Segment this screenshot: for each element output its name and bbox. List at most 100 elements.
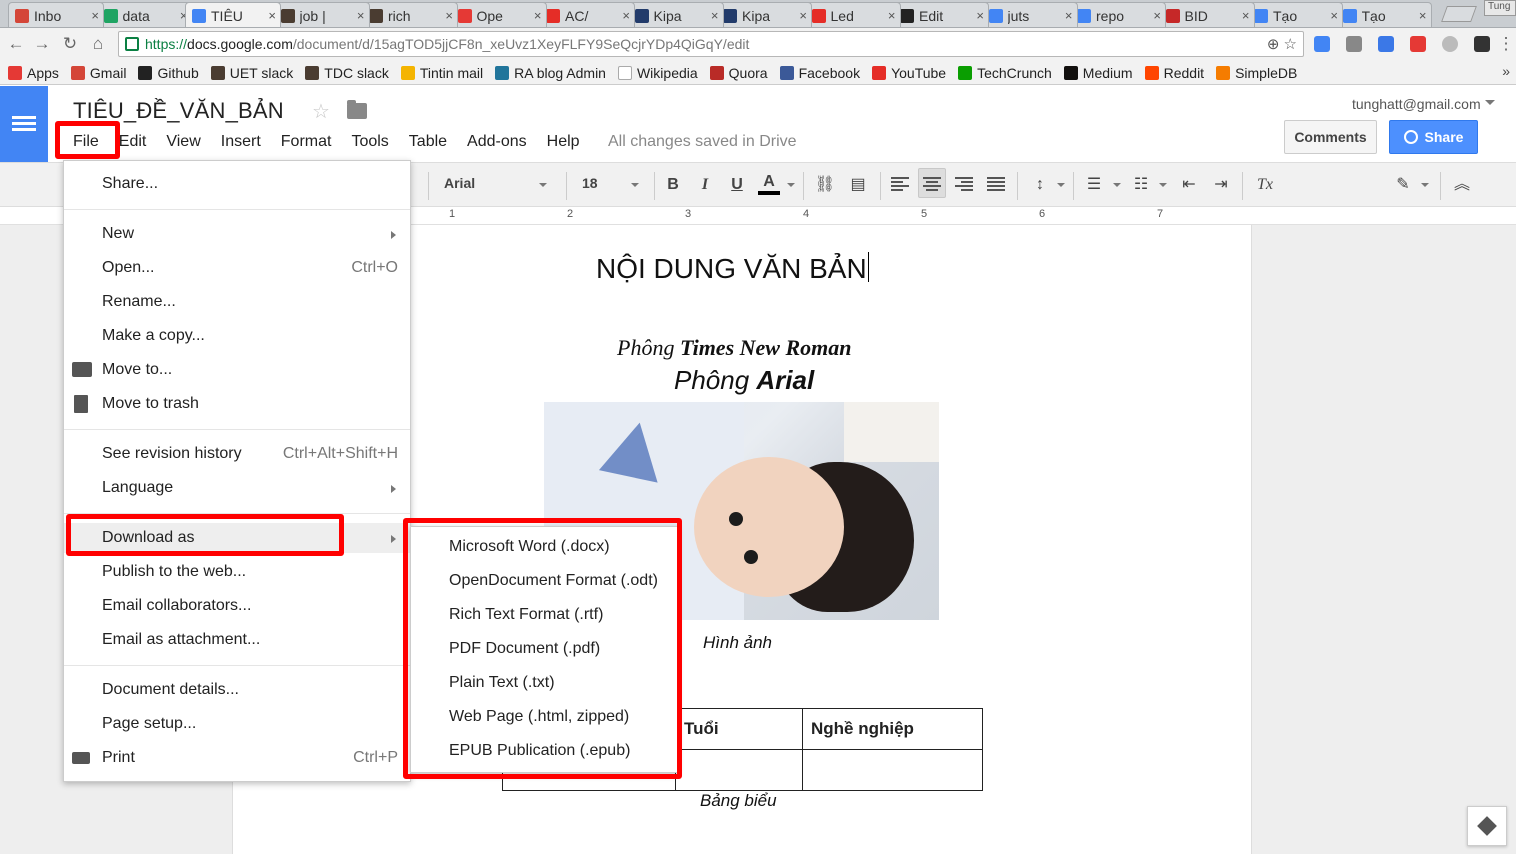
- bookmark-item[interactable]: Quora: [709, 65, 768, 81]
- browser-tab[interactable]: AC/ ×: [539, 2, 635, 27]
- close-tab-icon[interactable]: ×: [799, 8, 807, 23]
- chevron-down-icon[interactable]: [1421, 183, 1429, 187]
- explore-icon[interactable]: [1467, 806, 1507, 846]
- bookmark-item[interactable]: Github: [138, 65, 199, 81]
- menu-item-publish[interactable]: Publish to the web...: [64, 557, 410, 587]
- menu-item-open[interactable]: Open... Ctrl+O: [64, 253, 410, 283]
- pencil-icon[interactable]: ✎: [1392, 173, 1414, 197]
- menu-add-ons[interactable]: Add-ons: [457, 131, 537, 153]
- bookmark-item[interactable]: Wikipedia: [617, 65, 698, 81]
- menu-item-email-attachment[interactable]: Email as attachment...: [64, 625, 410, 655]
- bookmark-item[interactable]: Apps: [8, 65, 59, 81]
- bookmark-item[interactable]: SimpleDB: [1216, 65, 1297, 81]
- menu-item-email-collaborators[interactable]: Email collaborators...: [64, 591, 410, 621]
- arial-line[interactable]: Phông Arial: [674, 365, 814, 396]
- bookmark-item[interactable]: TechCrunch: [958, 65, 1052, 81]
- extension-icon[interactable]: [1346, 36, 1362, 52]
- menu-item-page-setup[interactable]: Page setup...: [64, 709, 410, 739]
- increase-indent-icon[interactable]: ⇥: [1210, 173, 1232, 197]
- numbered-list-icon[interactable]: ☰: [1083, 173, 1105, 197]
- new-tab-button[interactable]: [1441, 6, 1477, 22]
- menu-item-move-to[interactable]: Move to...: [64, 355, 410, 385]
- docs-home-icon[interactable]: [0, 86, 48, 162]
- bold-button[interactable]: B: [664, 173, 682, 197]
- bulleted-list-icon[interactable]: ☷: [1130, 173, 1152, 197]
- clear-formatting-button[interactable]: Tx: [1254, 173, 1276, 197]
- close-tab-icon[interactable]: ×: [91, 8, 99, 23]
- browser-menu-icon[interactable]: ⋮: [1496, 34, 1516, 54]
- browser-tab[interactable]: rich ×: [362, 2, 458, 27]
- bookmark-item[interactable]: UET slack: [210, 65, 293, 81]
- extension-icon[interactable]: [1442, 36, 1458, 52]
- extension-icon[interactable]: [1378, 36, 1394, 52]
- align-center-icon[interactable]: [923, 177, 941, 193]
- bookmark-item[interactable]: Medium: [1063, 65, 1133, 81]
- bookmark-item[interactable]: Tintin mail: [400, 65, 483, 81]
- close-tab-icon[interactable]: ×: [622, 8, 630, 23]
- share-button[interactable]: Share: [1389, 120, 1478, 154]
- extension-icon[interactable]: [1410, 36, 1426, 52]
- table-cell[interactable]: [802, 749, 983, 791]
- close-tab-icon[interactable]: ×: [1242, 8, 1250, 23]
- menu-item-document-details[interactable]: Document details...: [64, 675, 410, 705]
- browser-tab[interactable]: Led ×: [804, 2, 901, 27]
- close-tab-icon[interactable]: ×: [534, 8, 542, 23]
- bookmark-item[interactable]: Reddit: [1144, 65, 1204, 81]
- browser-tab[interactable]: Tạo ×: [1335, 2, 1432, 27]
- close-tab-icon[interactable]: ×: [1065, 8, 1073, 23]
- menu-table[interactable]: Table: [399, 131, 457, 153]
- bookmark-item[interactable]: RA blog Admin: [495, 65, 606, 81]
- menu-item-print[interactable]: Print Ctrl+P: [64, 743, 410, 773]
- reload-icon[interactable]: ↻: [60, 34, 80, 54]
- bookmark-item[interactable]: Gmail: [70, 65, 126, 81]
- profile-button[interactable]: Tung: [1484, 0, 1516, 16]
- chevron-down-icon[interactable]: [631, 183, 639, 187]
- browser-tab[interactable]: Kipa ×: [716, 2, 812, 27]
- close-tab-icon[interactable]: ×: [445, 8, 453, 23]
- menu-item-move-to-trash[interactable]: Move to trash: [64, 389, 410, 419]
- browser-tab[interactable]: Inbo ×: [8, 2, 104, 27]
- font-family-select[interactable]: Arial: [444, 175, 475, 191]
- chevron-down-icon[interactable]: [539, 183, 547, 187]
- menu-item-language[interactable]: Language: [64, 473, 410, 503]
- close-tab-icon[interactable]: ×: [1330, 8, 1338, 23]
- table-cell[interactable]: [675, 749, 803, 791]
- menu-item-share[interactable]: Share...: [64, 169, 410, 199]
- table-cell[interactable]: Tuổi: [675, 708, 803, 750]
- comment-icon[interactable]: ▤: [847, 173, 869, 197]
- comments-button[interactable]: Comments: [1284, 120, 1377, 154]
- italic-button[interactable]: I: [696, 173, 714, 197]
- chevron-down-icon[interactable]: [1057, 183, 1065, 187]
- align-justify-icon[interactable]: [987, 177, 1005, 193]
- browser-tab[interactable]: BID ×: [1158, 2, 1255, 27]
- align-right-icon[interactable]: [955, 177, 973, 193]
- chevron-down-icon[interactable]: [1113, 183, 1121, 187]
- back-icon[interactable]: ←: [6, 34, 26, 54]
- forward-icon[interactable]: →: [32, 34, 52, 54]
- image-caption[interactable]: Hình ảnh: [703, 633, 772, 653]
- menu-item-rename[interactable]: Rename...: [64, 287, 410, 317]
- browser-tab[interactable]: Tạo ×: [1247, 2, 1343, 27]
- decrease-indent-icon[interactable]: ⇤: [1178, 173, 1200, 197]
- chevron-down-icon[interactable]: [787, 183, 795, 187]
- document-heading[interactable]: NỘI DUNG VĂN BẢN: [596, 252, 869, 285]
- account-caret-icon[interactable]: [1485, 100, 1495, 105]
- browser-tab[interactable]: repo ×: [1070, 2, 1166, 27]
- extension-icon[interactable]: [1474, 36, 1490, 52]
- browser-tab[interactable]: juts ×: [981, 2, 1078, 27]
- menu-help[interactable]: Help: [537, 131, 590, 153]
- close-tab-icon[interactable]: ×: [976, 8, 984, 23]
- text-color-button[interactable]: A: [758, 173, 780, 195]
- chevron-down-icon[interactable]: [1159, 183, 1167, 187]
- menu-format[interactable]: Format: [271, 131, 342, 153]
- table-cell[interactable]: Nghề nghiệp: [802, 708, 983, 750]
- menu-item-new[interactable]: New: [64, 219, 410, 249]
- times-line[interactable]: Phông Times New Roman: [617, 335, 851, 361]
- link-icon[interactable]: ⛓: [813, 173, 837, 197]
- url-bar[interactable]: https:// docs.google.com /document/d/15a…: [118, 31, 1304, 57]
- browser-tab[interactable]: data ×: [96, 2, 193, 27]
- zoom-and-star-icons[interactable]: ⊕ ☆: [1267, 35, 1297, 53]
- browser-tab[interactable]: Kipa ×: [627, 2, 724, 27]
- close-tab-icon[interactable]: ×: [357, 8, 365, 23]
- bookmark-item[interactable]: TDC slack: [305, 65, 389, 81]
